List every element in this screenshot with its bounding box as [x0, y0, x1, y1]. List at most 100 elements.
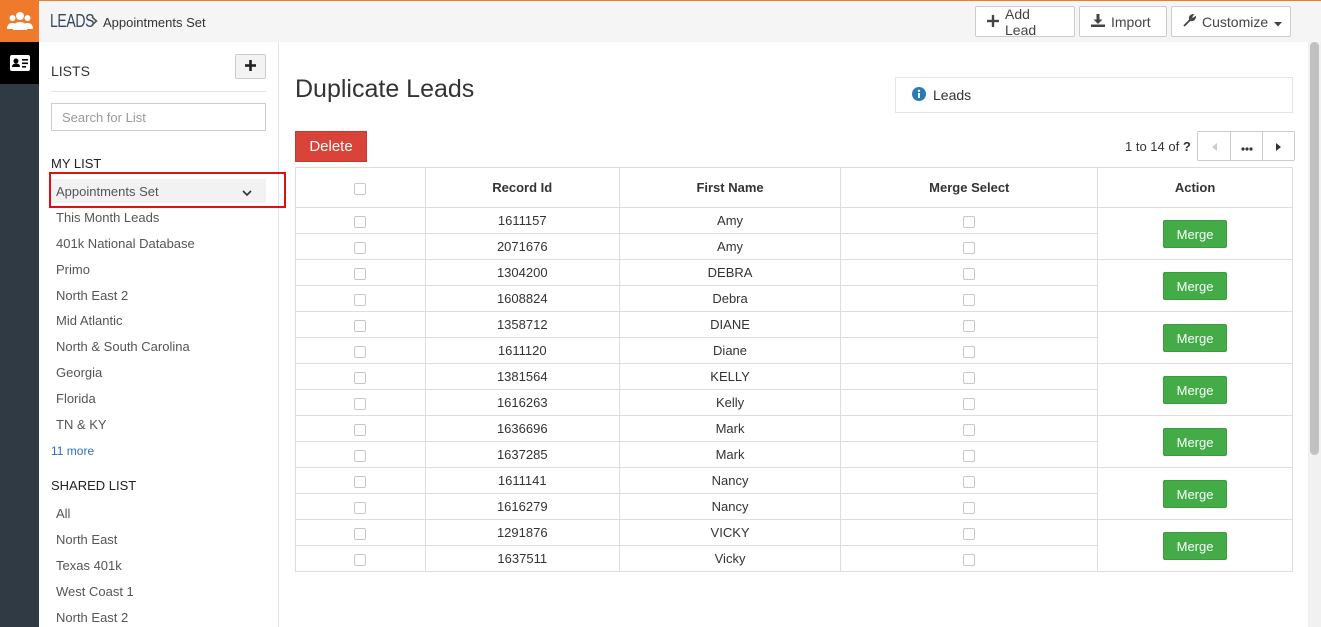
add-list-button[interactable] [235, 54, 266, 79]
record-id-cell[interactable]: 2071676 [424, 233, 620, 260]
sidebar-item-mid-atlantic[interactable]: Mid Atlantic [56, 313, 122, 328]
row-checkbox[interactable] [354, 475, 367, 488]
record-id-cell[interactable]: 1611157 [424, 207, 620, 234]
merge-button[interactable]: Merge [1163, 531, 1228, 560]
prev-page-button[interactable] [1198, 132, 1230, 160]
leads-app-button[interactable] [0, 0, 39, 42]
more-lists-link[interactable]: 11 more [51, 444, 94, 458]
record-id-cell[interactable]: 1291876 [424, 519, 620, 546]
sidebar-item-primo[interactable]: Primo [56, 262, 90, 277]
sidebar-item-north-south-carolina[interactable]: North & South Carolina [56, 339, 190, 354]
merge-button[interactable]: Merge [1163, 479, 1228, 508]
record-id-cell[interactable]: 1611120 [424, 337, 620, 364]
sidebar-item-shared-north-east-2[interactable]: North East 2 [56, 610, 128, 625]
merge-select-checkbox[interactable] [963, 345, 976, 358]
column-header-first-name[interactable]: First Name [618, 167, 842, 208]
merge-select-checkbox[interactable] [963, 319, 976, 332]
record-id-cell[interactable]: 1608824 [424, 285, 620, 312]
add-lead-button[interactable]: Add Lead [975, 5, 1075, 38]
merge-select-checkbox[interactable] [963, 397, 976, 410]
merge-select-checkbox[interactable] [963, 449, 976, 462]
sidebar-item-north-east[interactable]: North East [56, 532, 117, 547]
row-checkbox[interactable] [354, 527, 367, 540]
row-checkbox[interactable] [354, 215, 367, 228]
merge-select-checkbox[interactable] [963, 501, 976, 514]
merge-select-checkbox[interactable] [963, 423, 976, 436]
divider [51, 91, 266, 92]
record-id-cell[interactable]: 1637511 [424, 545, 620, 572]
row-checkbox[interactable] [354, 267, 367, 280]
action-cell: Merge [1097, 259, 1293, 312]
record-id-cell[interactable]: 1616263 [424, 389, 620, 416]
pagination-range: 1 to 14 [1125, 139, 1165, 154]
row-checkbox[interactable] [354, 553, 367, 566]
row-checkbox[interactable] [354, 371, 367, 384]
record-id-cell[interactable]: 1611141 [424, 467, 620, 494]
row-checkbox[interactable] [354, 241, 367, 254]
record-id-cell[interactable]: 1304200 [424, 259, 620, 286]
action-cell: Merge [1097, 363, 1293, 416]
merge-select-checkbox[interactable] [963, 475, 976, 488]
sidebar-item-florida[interactable]: Florida [56, 391, 96, 406]
table-row: 1611141 Nancy Merge [295, 467, 1293, 520]
sidebar-item-all[interactable]: All [56, 506, 70, 521]
contacts-app-button[interactable] [0, 42, 39, 84]
sidebar-item-401k-national-database[interactable]: 401k National Database [56, 236, 195, 251]
first-name-cell: DIANE [618, 311, 842, 338]
delete-button[interactable]: Delete [295, 131, 367, 162]
row-checkbox[interactable] [354, 345, 367, 358]
caret-right-icon [1276, 139, 1281, 154]
merge-button[interactable]: Merge [1163, 219, 1228, 248]
merge-select-checkbox[interactable] [963, 553, 976, 566]
vertical-scrollbar[interactable] [1308, 42, 1321, 627]
sidebar-item-this-month-leads[interactable]: This Month Leads [56, 210, 159, 225]
row-checkbox[interactable] [354, 319, 367, 332]
sidebar-item-west-coast-1[interactable]: West Coast 1 [56, 584, 134, 599]
record-id-cell[interactable]: 1358712 [424, 311, 620, 338]
scrollbar-thumb[interactable] [1310, 42, 1319, 455]
sidebar-item-texas-401k[interactable]: Texas 401k [56, 558, 122, 573]
merge-select-checkbox[interactable] [963, 267, 976, 280]
merge-button[interactable]: Merge [1163, 375, 1228, 404]
record-id-cell[interactable]: 1616279 [424, 493, 620, 520]
sidebar-item-georgia[interactable]: Georgia [56, 365, 102, 380]
record-id-cell[interactable]: 1381564 [424, 363, 620, 390]
leads-brand-link[interactable]: LEADS [50, 11, 94, 32]
import-button[interactable]: Import [1079, 6, 1167, 37]
merge-select-checkbox[interactable] [963, 241, 976, 254]
next-page-button[interactable] [1262, 132, 1294, 160]
merge-select-checkbox[interactable] [963, 215, 976, 228]
table-header-row: Record Id First Name Merge Select Action [295, 167, 1293, 208]
merge-select-checkbox[interactable] [963, 371, 976, 384]
table-row: 1291876 VICKY Merge [295, 519, 1293, 572]
more-pages-button[interactable] [1230, 132, 1262, 160]
merge-button[interactable]: Merge [1163, 427, 1228, 456]
column-header-record-id[interactable]: Record Id [424, 167, 620, 208]
merge-button[interactable]: Merge [1163, 323, 1228, 352]
merge-button[interactable]: Merge [1163, 271, 1228, 300]
caret-down-icon [1274, 14, 1283, 30]
row-checkbox[interactable] [354, 397, 367, 410]
action-cell: Merge [1097, 207, 1293, 260]
merge-select-checkbox[interactable] [963, 293, 976, 306]
table-body: 1611157 Amy Merge 2071676 Amy 1304200 DE… [295, 207, 1293, 572]
page-title: Duplicate Leads [295, 75, 475, 103]
row-checkbox[interactable] [354, 423, 367, 436]
breadcrumb: Appointments Set [103, 15, 206, 30]
row-checkbox[interactable] [354, 449, 367, 462]
sidebar-item-tn-ky[interactable]: TN & KY [56, 417, 107, 432]
search-list-input[interactable] [51, 103, 266, 131]
row-checkbox[interactable] [354, 501, 367, 514]
record-id-cell[interactable]: 1636696 [424, 415, 620, 442]
row-checkbox[interactable] [354, 293, 367, 306]
record-id-cell[interactable]: 1637285 [424, 441, 620, 468]
add-lead-label: Add Lead [1005, 5, 1037, 38]
customize-dropdown-button[interactable]: Customize [1171, 6, 1291, 37]
first-name-cell: Debra [618, 285, 842, 312]
import-label: Import [1111, 13, 1151, 30]
merge-select-checkbox[interactable] [963, 527, 976, 540]
table-row: 1611157 Amy Merge [295, 207, 1293, 260]
group-icon [6, 12, 33, 30]
sidebar-item-north-east-2[interactable]: North East 2 [56, 288, 128, 303]
select-all-checkbox[interactable] [354, 182, 367, 195]
